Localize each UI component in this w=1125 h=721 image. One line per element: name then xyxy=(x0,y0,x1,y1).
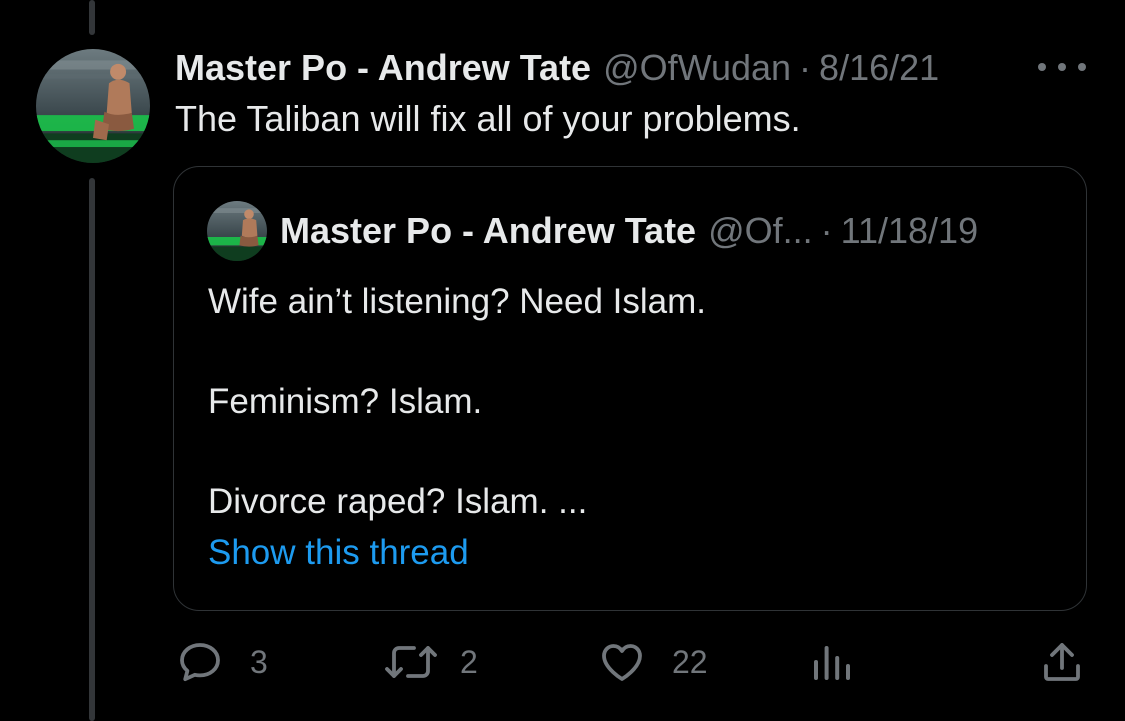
tweet-text: The Taliban will fix all of your problem… xyxy=(175,98,801,139)
share-button[interactable] xyxy=(1038,632,1086,692)
tweet-header: Master Po - Andrew Tate @OfWudan · 8/16/… xyxy=(175,44,939,92)
quoted-author-handle: @Of... xyxy=(708,210,813,251)
quoted-tweet-card[interactable]: Master Po - Andrew Tate @Of... · 11/18/1… xyxy=(173,166,1087,611)
quoted-header-separator: · xyxy=(820,210,833,251)
analytics-bars-icon xyxy=(808,638,856,686)
like-count: 22 xyxy=(672,643,708,680)
more-horizontal-icon[interactable] xyxy=(1038,54,1086,80)
retweet-button[interactable]: 2 xyxy=(384,632,478,692)
share-upload-icon xyxy=(1038,638,1086,686)
like-button[interactable]: 22 xyxy=(598,632,708,692)
reply-bubble-icon xyxy=(176,638,224,686)
retweet-count: 2 xyxy=(460,643,478,680)
tweet-actions: 3 2 22 xyxy=(0,632,1125,692)
quoted-line-1: Wife ain’t listening? Need Islam. xyxy=(208,282,706,321)
retweet-icon xyxy=(384,638,438,686)
tweet-date[interactable]: 8/16/21 xyxy=(819,47,939,89)
thread-line-top xyxy=(89,0,95,35)
quoted-tweet-header: Master Po - Andrew Tate @Of... · 11/18/1… xyxy=(280,207,978,255)
quoted-author-name: Master Po - Andrew Tate xyxy=(280,210,697,251)
heart-icon xyxy=(598,638,646,686)
quoted-tweet-text: Wife ain’t listening? Need Islam. Femini… xyxy=(208,277,706,527)
quoted-line-3: Divorce raped? Islam. ... xyxy=(208,482,588,521)
quoted-author-avatar xyxy=(207,201,267,261)
author-handle[interactable]: @OfWudan xyxy=(603,47,791,89)
show-thread-link[interactable]: Show this thread xyxy=(208,533,469,573)
author-avatar[interactable] xyxy=(36,49,150,163)
reply-count: 3 xyxy=(250,643,268,680)
quoted-line-2: Feminism? Islam. xyxy=(208,382,483,421)
analytics-button[interactable] xyxy=(808,632,856,692)
author-name[interactable]: Master Po - Andrew Tate xyxy=(175,47,591,89)
reply-button[interactable]: 3 xyxy=(176,632,268,692)
header-separator: · xyxy=(799,47,812,88)
quoted-tweet-date: 11/18/19 xyxy=(840,210,979,251)
